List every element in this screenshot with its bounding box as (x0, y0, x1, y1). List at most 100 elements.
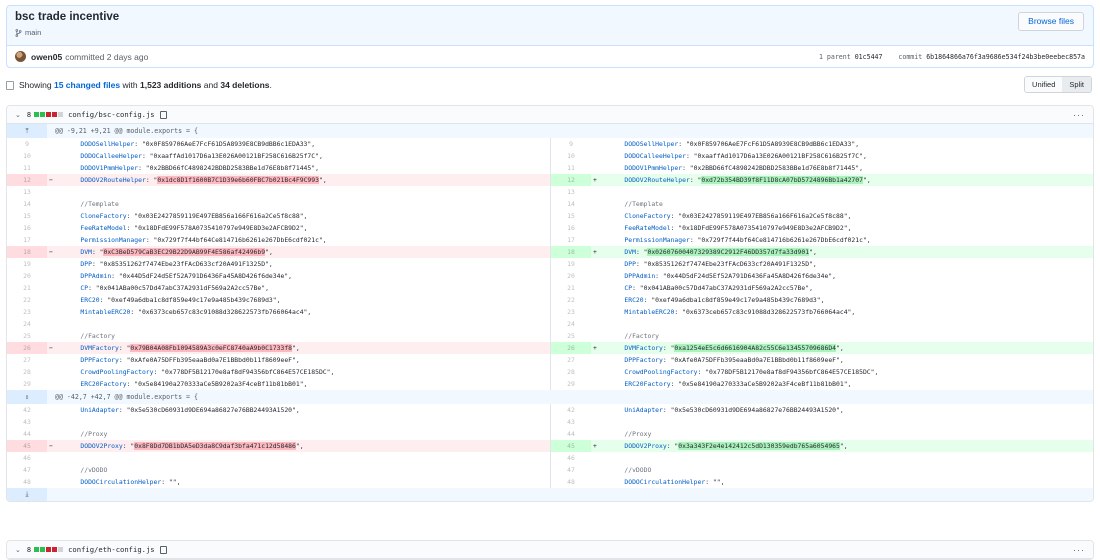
code-key: DODOCalleeHelper (65, 152, 142, 160)
code-key: ERC20Factory (65, 380, 127, 388)
line-number[interactable]: 25 (551, 330, 591, 342)
code-line: DPP: "0x85351262f7474Ebe23fFAcD633cf20A4… (65, 260, 273, 268)
line-number[interactable]: 19 (551, 258, 591, 270)
summary-showing: Showing (19, 80, 52, 90)
line-number[interactable]: 21 (7, 282, 47, 294)
line-number[interactable]: 46 (7, 452, 47, 464)
line-number[interactable]: 16 (551, 222, 591, 234)
line-number[interactable]: 13 (551, 186, 591, 198)
code-line: //Template (609, 198, 1093, 210)
line-number[interactable]: 15 (7, 210, 47, 222)
line-number[interactable]: 18 (551, 246, 591, 258)
diff-right: 29 ERC20Factory: "0x5e84190a270333aCe5B9… (550, 378, 1093, 390)
line-number[interactable]: 47 (551, 464, 591, 476)
unfold-icon[interactable]: ⇕ (7, 390, 47, 404)
author-link[interactable]: owen05 (31, 52, 62, 62)
line-number[interactable]: 10 (7, 150, 47, 162)
hunk-header-text: @@ -42,7 +42,7 @@ module.exports = { (55, 393, 198, 401)
line-number[interactable]: 28 (551, 366, 591, 378)
line-number[interactable]: 15 (551, 210, 591, 222)
line-number[interactable]: 11 (551, 162, 591, 174)
line-number[interactable]: 13 (7, 186, 47, 198)
branch-indicator[interactable]: main (15, 28, 1085, 37)
diff-marker (591, 476, 609, 488)
code-line: //Proxy (609, 428, 1093, 440)
line-number[interactable]: 24 (551, 318, 591, 330)
line-number[interactable]: 27 (551, 354, 591, 366)
line-number[interactable]: 10 (551, 150, 591, 162)
line-number[interactable]: 23 (551, 306, 591, 318)
line-number[interactable]: 19 (7, 258, 47, 270)
diff-row: 23 MintableERC20: "0x6373ceb657c83c91088… (7, 306, 1093, 318)
browse-files-button[interactable]: Browse files (1018, 12, 1084, 31)
line-number[interactable]: 25 (7, 330, 47, 342)
line-number[interactable]: 44 (551, 428, 591, 440)
diff-row: 42 UniAdapter: "0x5e530cD60931d9DE694a86… (7, 404, 1093, 416)
line-number[interactable]: 16 (7, 222, 47, 234)
kebab-horizontal-icon[interactable]: ··· (1073, 110, 1085, 120)
file-name-link[interactable]: config/eth-config.js (68, 545, 155, 554)
line-number[interactable]: 11 (7, 162, 47, 174)
clipboard-icon[interactable] (159, 545, 167, 554)
line-number[interactable]: 42 (551, 404, 591, 416)
line-number[interactable]: 44 (7, 428, 47, 440)
line-number[interactable]: 42 (7, 404, 47, 416)
line-number[interactable]: 43 (551, 416, 591, 428)
line-number[interactable]: 48 (551, 476, 591, 488)
code-value-changed: 0xd72b354BD39f8F11D8cA07bD5724896Bb1a427… (701, 176, 863, 184)
line-number[interactable]: 47 (7, 464, 47, 476)
line-number[interactable]: 27 (7, 354, 47, 366)
line-number[interactable]: 45 (551, 440, 591, 452)
line-number[interactable]: 18 (7, 246, 47, 258)
line-number[interactable]: 9 (7, 138, 47, 150)
line-number[interactable]: 28 (7, 366, 47, 378)
code-key: DODOV2Proxy (65, 442, 123, 450)
line-number[interactable]: 24 (7, 318, 47, 330)
line-number[interactable]: 12 (551, 174, 591, 186)
unfold-icon[interactable]: ⤒ (7, 124, 47, 138)
unified-button[interactable]: Unified (1025, 77, 1063, 92)
split-button[interactable]: Split (1062, 77, 1091, 92)
diff-right: 11 DODOV1PmmHelper: "0x2BBD66fC4898242BD… (550, 162, 1093, 174)
code-line: CrowdPoolingFactory: "0x778DF5B12170e8af… (609, 368, 879, 376)
unfold-icon[interactable]: ⤓ (7, 488, 47, 501)
line-number[interactable]: 17 (7, 234, 47, 246)
line-number[interactable]: 14 (7, 198, 47, 210)
kebab-horizontal-icon[interactable]: ··· (1073, 545, 1085, 555)
diff-marker (47, 416, 65, 428)
parent-sha-link[interactable]: 01c5447 (855, 53, 883, 61)
diff-right: 15 CloneFactory: "0x03E2427859119E497EB8… (550, 210, 1093, 222)
line-number[interactable]: 23 (7, 306, 47, 318)
file-header: ⌄ 8 config/eth-config.js ··· (7, 541, 1093, 559)
line-number[interactable]: 26 (7, 342, 47, 354)
line-number[interactable]: 9 (551, 138, 591, 150)
line-number[interactable]: 20 (551, 270, 591, 282)
file-name-link[interactable]: config/bsc-config.js (68, 110, 155, 119)
chevron-down-icon[interactable]: ⌄ (15, 546, 21, 554)
line-number[interactable]: 45 (7, 440, 47, 452)
chevron-down-icon[interactable]: ⌄ (15, 111, 21, 119)
avatar[interactable] (15, 51, 26, 62)
line-number[interactable]: 22 (551, 294, 591, 306)
file-diff-icon[interactable] (6, 80, 14, 90)
line-number[interactable]: 46 (551, 452, 591, 464)
changed-files-link[interactable]: 15 changed files (54, 80, 120, 90)
line-number[interactable]: 14 (551, 198, 591, 210)
line-number[interactable]: 21 (551, 282, 591, 294)
line-number[interactable]: 17 (551, 234, 591, 246)
parent-info: 1 parent 01c5447 commit 6b1864866a76f3a9… (819, 53, 1085, 61)
line-number[interactable]: 26 (551, 342, 591, 354)
diff-marker: − (49, 176, 53, 184)
line-number[interactable]: 12 (7, 174, 47, 186)
clipboard-icon[interactable] (159, 110, 167, 119)
line-number[interactable]: 48 (7, 476, 47, 488)
line-number[interactable]: 20 (7, 270, 47, 282)
line-number[interactable]: 29 (7, 378, 47, 390)
line-number[interactable]: 22 (7, 294, 47, 306)
diff-row: 21 CP: "0x041ABa00c57Dd47abC37A2931dF569… (7, 282, 1093, 294)
diff-left: 19 DPP: "0x85351262f7474Ebe23fFAcD633cf2… (7, 258, 550, 270)
line-number[interactable]: 43 (7, 416, 47, 428)
line-number[interactable]: 29 (551, 378, 591, 390)
additions-count: 1,523 additions (140, 80, 202, 90)
diff-marker (47, 428, 65, 440)
